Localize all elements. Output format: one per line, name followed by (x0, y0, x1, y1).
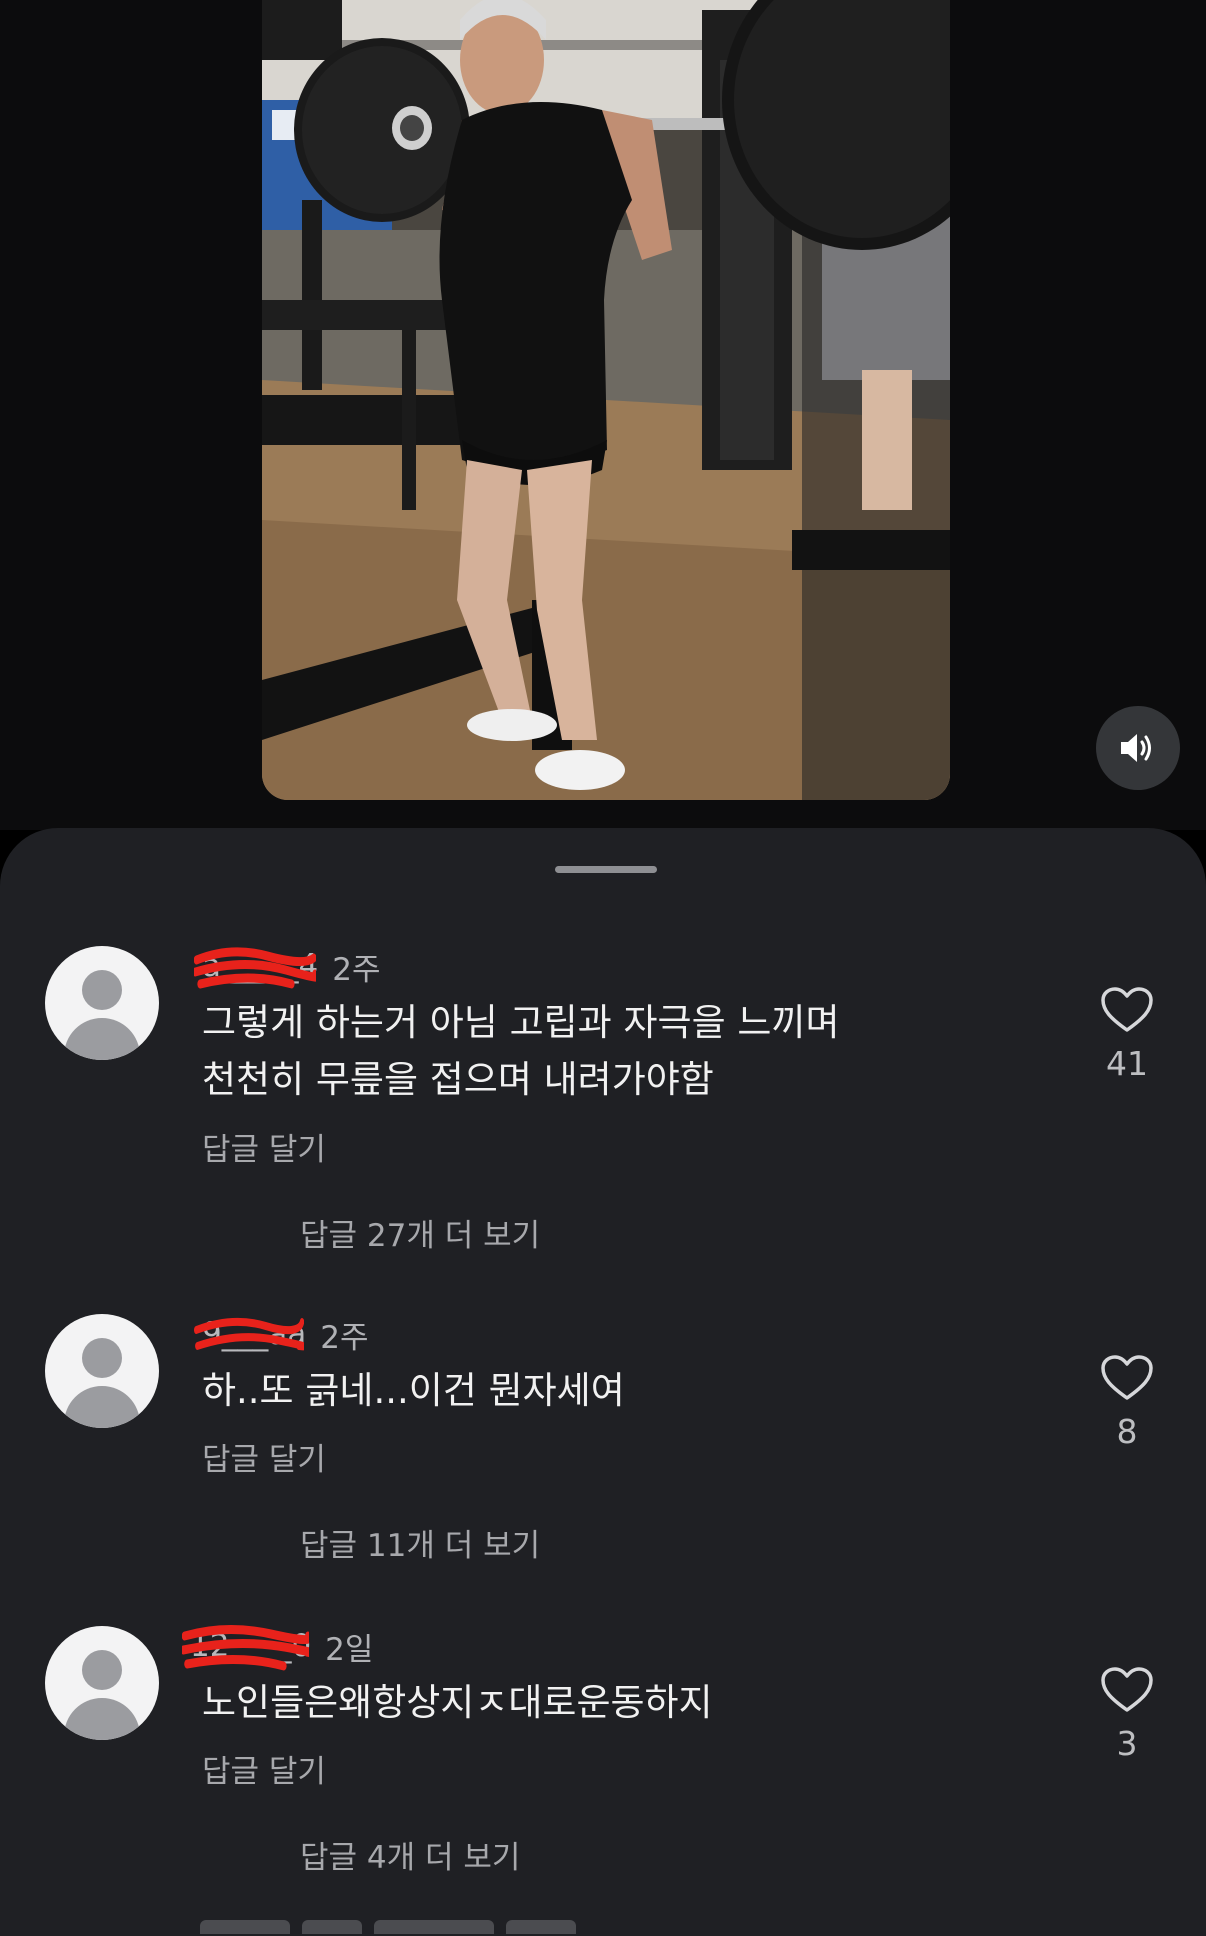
avatar[interactable] (45, 1314, 159, 1428)
avatar-head (82, 1338, 122, 1378)
comment-username[interactable]: 9___aa (194, 1316, 307, 1352)
sheet-drag-handle[interactable] (555, 866, 657, 873)
comment-time: 2주 (320, 1319, 369, 1356)
reply-button[interactable]: 답글 달기 (202, 1746, 326, 1791)
username-text: 9___aa (202, 1316, 307, 1352)
view-more-replies-button[interactable]: 답글 27개 더 보기 (300, 1210, 540, 1255)
like-button[interactable]: 8 (1092, 1354, 1162, 1451)
comment-username[interactable]: 12____0 (182, 1624, 312, 1671)
avatar-body (64, 1018, 140, 1060)
like-count: 41 (1106, 1044, 1148, 1083)
gym-video-still (262, 0, 950, 800)
avatar-body (64, 1386, 140, 1428)
comment-meta: 12____0 2일 (182, 1624, 374, 1671)
reply-button[interactable]: 답글 달기 (202, 1434, 326, 1479)
comment-text-line: 그렇게 하는거 아님 고립과 자극을 느끼며 (202, 1001, 840, 1044)
avatar-head (82, 1650, 122, 1690)
view-more-replies-button[interactable]: 답글 4개 더 보기 (300, 1832, 520, 1877)
comment-time: 2주 (332, 951, 381, 988)
video-frame[interactable] (262, 0, 950, 800)
avatar[interactable] (45, 946, 159, 1060)
speaker-icon (1121, 734, 1151, 762)
view-more-replies-button[interactable]: 답글 11개 더 보기 (300, 1520, 540, 1565)
heart-icon (1101, 1355, 1153, 1400)
comment-text-line: 노인들은왜항상지ㅈ대로운동하지 (202, 1681, 713, 1724)
comment-time: 2일 (325, 1631, 374, 1668)
comment-text-line: 하..또 긁네...이건 뭔자세여 (202, 1369, 625, 1412)
comment-text-line: 천천히 무릎을 접으며 내려가야함 (202, 1058, 714, 1101)
heart-icon (1101, 1667, 1153, 1712)
comment-text: 노인들은왜항상지ㅈ대로운동하지 (202, 1674, 713, 1731)
next-comment-partial (200, 1920, 720, 1936)
like-count: 3 (1116, 1724, 1138, 1763)
avatar-body (64, 1698, 140, 1740)
sound-toggle-button[interactable] (1096, 706, 1180, 790)
like-button[interactable]: 3 (1092, 1666, 1162, 1763)
comments-sheet: a_____4 2주 그렇게 하는거 아님 고립과 자극을 느끼며 천천히 무릎… (0, 828, 1206, 1936)
comment-username[interactable]: a_____4 (194, 947, 319, 989)
avatar-head (82, 970, 122, 1010)
like-button[interactable]: 41 (1092, 986, 1162, 1083)
heart-icon (1101, 987, 1153, 1032)
comment-text: 하..또 긁네...이건 뭔자세여 (202, 1362, 625, 1419)
reply-button[interactable]: 답글 달기 (202, 1124, 326, 1169)
username-text: a_____4 (202, 948, 319, 984)
comment-text: 그렇게 하는거 아님 고립과 자극을 느끼며 천천히 무릎을 접으며 내려가야함 (202, 994, 840, 1108)
comment-meta: 9___aa 2주 (194, 1312, 369, 1356)
username-text: 12____0 (190, 1628, 312, 1664)
comment-meta: a_____4 2주 (194, 944, 381, 989)
like-count: 8 (1116, 1412, 1138, 1451)
video-player[interactable] (0, 0, 1206, 830)
avatar[interactable] (45, 1626, 159, 1740)
